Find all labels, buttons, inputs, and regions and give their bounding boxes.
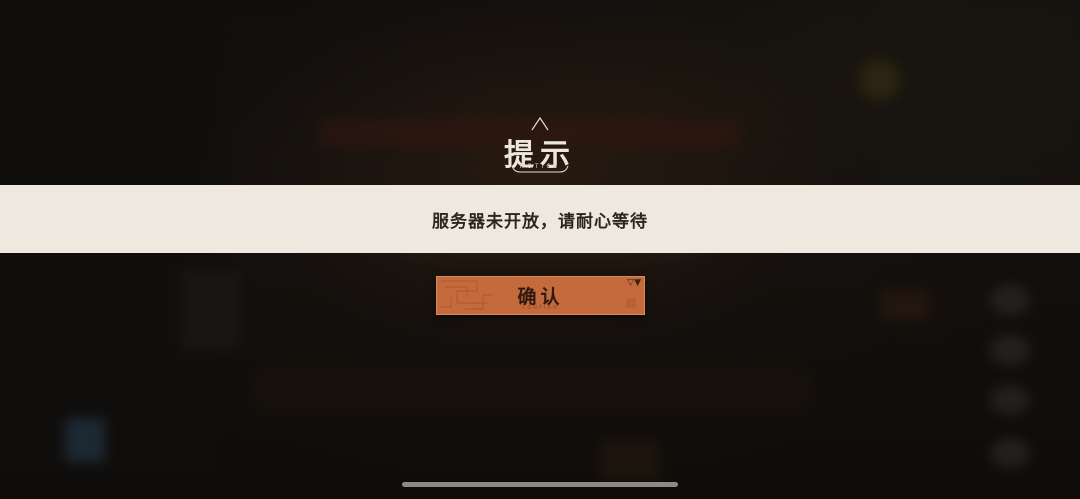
dialog-title-subtitle: NOTICE [519,163,561,170]
message-band: 服务器未开放，请耐心等待 [0,185,1080,253]
confirm-button[interactable]: 确认 CONFIRM ▽▼ [436,276,645,315]
game-scene: 提示 NOTICE 服务器未开放，请耐心等待 确认 CONFIRM ▽▼ [0,0,1080,499]
dialog-message: 服务器未开放，请耐心等待 [432,212,648,232]
home-indicator[interactable] [402,482,678,487]
confirm-button-subtitle: CONFIRM [521,305,560,311]
triangle-down-icon: ▽▼ [627,278,641,288]
dialog-title-block: 提示 NOTICE [490,114,590,176]
